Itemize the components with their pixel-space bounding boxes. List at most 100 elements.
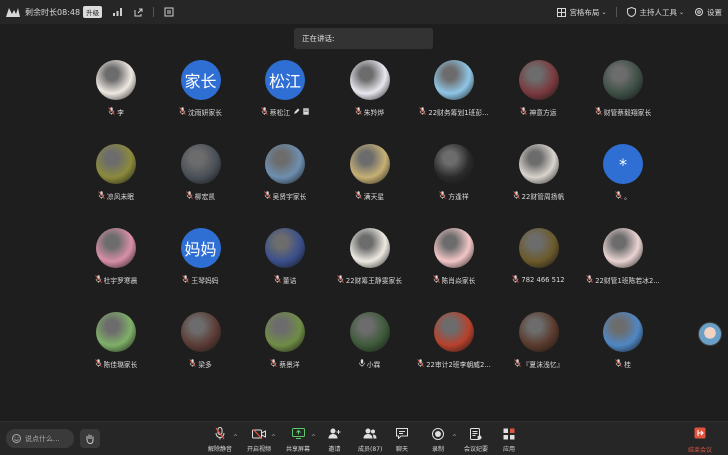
participant-name: 满天星 — [363, 193, 385, 201]
participant-tile[interactable]: 妈妈 王琴妈妈 — [161, 228, 241, 298]
meeting-info-icon[interactable] — [163, 6, 175, 18]
participant-tile[interactable]: 方逢祥 — [414, 144, 494, 214]
participant-tile[interactable]: 小霖 — [330, 312, 410, 382]
participant-tile[interactable]: 李 — [76, 60, 156, 130]
raise-hand-button[interactable] — [80, 429, 100, 448]
settings-label: 设置 — [707, 7, 722, 17]
participant-name: 凉风未眠 — [106, 193, 135, 201]
mic-muted-icon — [182, 275, 190, 285]
participant-tile[interactable]: 董诘 — [245, 228, 325, 298]
avatar — [518, 228, 559, 268]
share-out-icon[interactable] — [132, 6, 144, 18]
participant-tile[interactable]: 吴贤宇家长 — [245, 144, 325, 214]
participant-tile[interactable]: 财管蔡毅翔家长 — [583, 60, 663, 130]
chat-button[interactable]: 聊天 — [396, 427, 408, 453]
app-logo-icon — [6, 7, 22, 17]
participant-name: 陈佳璐家长 — [103, 361, 138, 369]
participant-name: 22财筹王静雯家长 — [345, 277, 403, 285]
participant-tile[interactable]: 凉风未眠 — [76, 144, 156, 214]
avatar — [96, 60, 136, 100]
avatar: * — [603, 144, 643, 184]
mic-muted-icon — [337, 275, 344, 285]
chevron-up-icon[interactable]: ^ — [271, 434, 276, 441]
mic-muted-icon — [512, 275, 520, 285]
end-meeting-label: 结束会议 — [688, 447, 713, 454]
mic-muted-icon — [512, 191, 520, 201]
avatar — [96, 312, 136, 352]
top-right-controls: 宫格布局 ⌄ 主持人工具 ⌄ 设置 — [547, 7, 722, 18]
floating-avatar[interactable] — [698, 322, 722, 346]
mic-icon — [358, 359, 365, 369]
members-label: 成员(87) — [358, 446, 383, 453]
participant-tile[interactable]: 神意方运 — [499, 60, 579, 130]
participant-tile[interactable]: 松江 蔡松江 — [245, 60, 325, 130]
settings-button[interactable]: 设置 — [694, 7, 722, 18]
start-video-label: 开启视频 — [247, 446, 272, 453]
emoji-icon — [12, 434, 21, 443]
pen-icon — [293, 108, 300, 117]
exit-icon — [694, 427, 706, 439]
participant-tile[interactable]: 22财管1班陈若冰2... — [583, 228, 663, 298]
participant-name: 朱羚烨 — [363, 109, 385, 117]
invite-button[interactable]: 邀请 — [328, 427, 341, 453]
chevron-up-icon[interactable]: ^ — [452, 434, 457, 441]
start-video-button[interactable]: 开启视频 — [247, 427, 271, 453]
participant-tile[interactable]: *。 — [583, 144, 663, 214]
speaking-indicator: 正在讲话: — [294, 28, 433, 49]
host-tools-button[interactable]: 主持人工具 ⌄ — [627, 7, 684, 18]
record-button[interactable]: 录制 — [432, 427, 444, 453]
participant-name: 22财管周扬帆 — [521, 193, 565, 201]
participant-tile[interactable]: 22财管周扬帆 — [499, 144, 579, 214]
participant-tile[interactable]: 蔡景洋 — [245, 312, 325, 382]
apps-icon — [503, 428, 515, 439]
chat-input[interactable]: 说点什么... — [6, 429, 74, 448]
share-screen-button[interactable]: 共享屏幕 — [286, 427, 310, 453]
share-screen-label: 共享屏幕 — [286, 446, 311, 453]
avatar — [96, 144, 136, 184]
signal-icon[interactable] — [111, 6, 123, 18]
participant-name: 蔡松江 — [269, 109, 291, 117]
participant-tile[interactable]: 陈肖焱家长 — [414, 228, 494, 298]
participant-name: 李 — [117, 109, 124, 117]
avatar — [265, 228, 305, 268]
chevron-up-icon[interactable]: ^ — [311, 434, 316, 441]
meeting-minutes-button[interactable]: 会议纪要 — [464, 427, 488, 453]
participant-tile[interactable]: 『夏沫浅忆』 — [499, 312, 579, 382]
apps-button[interactable]: 应用 — [503, 427, 515, 453]
participant-tile[interactable]: 陈佳璐家长 — [76, 312, 156, 382]
participant-name: 柳宏凯 — [194, 193, 216, 201]
participant-tile[interactable]: 22审计2班李朝威2... — [414, 312, 494, 382]
participant-tile[interactable]: 桂 — [583, 312, 663, 382]
upgrade-badge[interactable]: 升级 — [83, 6, 103, 18]
chat-placeholder: 说点什么... — [25, 434, 60, 443]
participant-tile[interactable]: 梁多 — [161, 312, 241, 382]
participant-tile[interactable]: 家长 沈雨妍家长 — [161, 60, 241, 130]
divider — [153, 7, 155, 17]
grid-layout-icon — [557, 7, 567, 17]
participant-tile[interactable]: 柳宏凯 — [161, 144, 241, 214]
top-bar: 剩余时长08:48 升级 宫格布局 ⌄ 主持人工具 ⌄ 设置 — [0, 0, 728, 24]
participant-name: 沈雨妍家长 — [188, 109, 222, 117]
participant-tile[interactable]: 22财务筹划1班彭... — [414, 60, 494, 130]
participant-name: 782 466 512 — [521, 276, 565, 284]
avatar — [603, 60, 643, 100]
end-meeting-button[interactable]: 结束会议 — [688, 427, 712, 454]
layout-button[interactable]: 宫格布局 ⌄ — [557, 7, 606, 18]
members-button[interactable]: 成员(87) — [358, 427, 382, 453]
participant-tile[interactable]: 朱羚烨 — [330, 60, 410, 130]
mic-muted-icon — [419, 107, 427, 117]
participant-tile[interactable]: 杜宇罗寒晨 — [76, 228, 156, 298]
participant-name-row: 22财管1班陈若冰2... — [573, 275, 673, 285]
participant-name: 吴贤宇家长 — [272, 193, 307, 201]
chevron-up-icon[interactable]: ^ — [233, 434, 238, 441]
record-icon — [432, 427, 444, 440]
doc-icon — [303, 107, 309, 117]
participant-tile[interactable]: 满天星 — [330, 144, 410, 214]
participant-name: 梁多 — [198, 361, 212, 369]
mic-muted-icon — [270, 359, 278, 369]
mic-muted-icon — [417, 359, 425, 369]
participant-tile[interactable]: 782 466 512 — [499, 228, 579, 298]
unmute-button[interactable]: 解除静音 — [208, 427, 232, 453]
participant-tile[interactable]: 22财筹王静雯家长 — [330, 228, 410, 298]
participant-name: 财管蔡毅翔家长 — [603, 109, 652, 117]
